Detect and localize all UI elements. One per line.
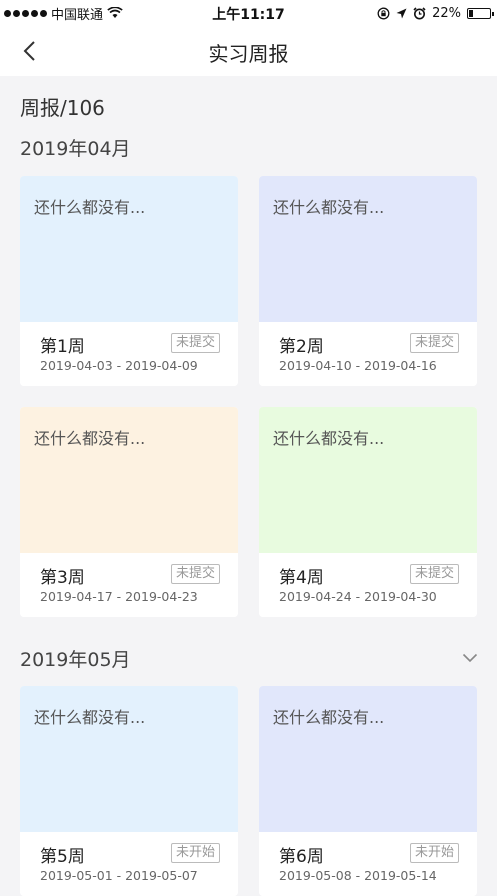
card-preview: 还什么都没有... xyxy=(259,686,477,832)
card-date-range: 2019-05-01 - 2019-05-07 xyxy=(40,868,198,883)
card-footer: 第5周 未开始 2019-05-01 - 2019-05-07 xyxy=(20,832,238,896)
card-date-range: 2019-04-03 - 2019-04-09 xyxy=(40,358,198,373)
week-card-3[interactable]: 还什么都没有... 第3周 未提交 2019-04-17 - 2019-04-2… xyxy=(20,407,238,617)
week-card-4[interactable]: 还什么都没有... 第4周 未提交 2019-04-24 - 2019-04-3… xyxy=(259,407,477,617)
card-preview: 还什么都没有... xyxy=(20,686,238,832)
week-card-1[interactable]: 还什么都没有... 第1周 未提交 2019-04-03 - 2019-04-0… xyxy=(20,176,238,386)
week-card-2[interactable]: 还什么都没有... 第2周 未提交 2019-04-10 - 2019-04-1… xyxy=(259,176,477,386)
collapse-month-button[interactable] xyxy=(459,647,481,669)
card-preview: 还什么都没有... xyxy=(20,407,238,553)
month-header-2019-04: 2019年04月 xyxy=(0,132,497,162)
battery-fill xyxy=(469,9,474,17)
status-bar: 中国联通 上午11:17 22% xyxy=(0,0,497,26)
card-week-label: 第5周 xyxy=(40,847,85,867)
week-card-6[interactable]: 还什么都没有... 第6周 未开始 2019-05-08 - 2019-05-1… xyxy=(259,686,477,896)
card-footer: 第1周 未提交 2019-04-03 - 2019-04-09 xyxy=(20,322,238,386)
card-empty-text: 还什么都没有... xyxy=(34,708,146,727)
status-badge: 未提交 xyxy=(170,564,220,584)
orientation-lock-icon xyxy=(377,7,390,19)
week-card-5[interactable]: 还什么都没有... 第5周 未开始 2019-05-01 - 2019-05-0… xyxy=(20,686,238,896)
status-badge: 未提交 xyxy=(170,333,220,353)
card-empty-text: 还什么都没有... xyxy=(273,708,385,727)
chevron-down-icon xyxy=(462,653,478,663)
page-title: 周报/106 xyxy=(20,96,105,120)
card-preview: 还什么都没有... xyxy=(259,176,477,322)
status-right: 22% xyxy=(377,4,494,22)
card-empty-text: 还什么都没有... xyxy=(34,429,146,448)
status-badge: 未开始 xyxy=(409,843,459,863)
status-badge: 未提交 xyxy=(409,564,459,584)
card-footer: 第6周 未开始 2019-05-08 - 2019-05-14 xyxy=(259,832,477,896)
card-empty-text: 还什么都没有... xyxy=(273,429,385,448)
card-footer: 第4周 未提交 2019-04-24 - 2019-04-30 xyxy=(259,553,477,617)
battery-percentage: 22% xyxy=(432,5,461,21)
month-header-2019-05[interactable]: 2019年05月 xyxy=(0,643,497,673)
card-week-label: 第4周 xyxy=(279,568,324,588)
card-week-label: 第3周 xyxy=(40,568,85,588)
status-badge: 未开始 xyxy=(170,843,220,863)
battery-icon xyxy=(467,7,494,19)
month-label: 2019年04月 xyxy=(20,138,131,160)
card-empty-text: 还什么都没有... xyxy=(34,198,146,217)
card-footer: 第3周 未提交 2019-04-17 - 2019-04-23 xyxy=(20,553,238,617)
card-preview: 还什么都没有... xyxy=(20,176,238,322)
card-week-label: 第1周 xyxy=(40,337,85,357)
nav-title: 实习周报 xyxy=(208,42,289,66)
location-icon xyxy=(396,8,407,18)
month-label: 2019年05月 xyxy=(20,649,131,671)
card-week-label: 第2周 xyxy=(279,337,324,357)
card-date-range: 2019-04-24 - 2019-04-30 xyxy=(279,589,437,604)
nav-bar: 实习周报 xyxy=(0,26,497,76)
card-empty-text: 还什么都没有... xyxy=(273,198,385,217)
alarm-icon xyxy=(413,6,426,19)
card-footer: 第2周 未提交 2019-04-10 - 2019-04-16 xyxy=(259,322,477,386)
card-date-range: 2019-05-08 - 2019-05-14 xyxy=(279,868,437,883)
card-date-range: 2019-04-10 - 2019-04-16 xyxy=(279,358,437,373)
status-badge: 未提交 xyxy=(409,333,459,353)
card-preview: 还什么都没有... xyxy=(259,407,477,553)
card-date-range: 2019-04-17 - 2019-04-23 xyxy=(40,589,198,604)
card-week-label: 第6周 xyxy=(279,847,324,867)
